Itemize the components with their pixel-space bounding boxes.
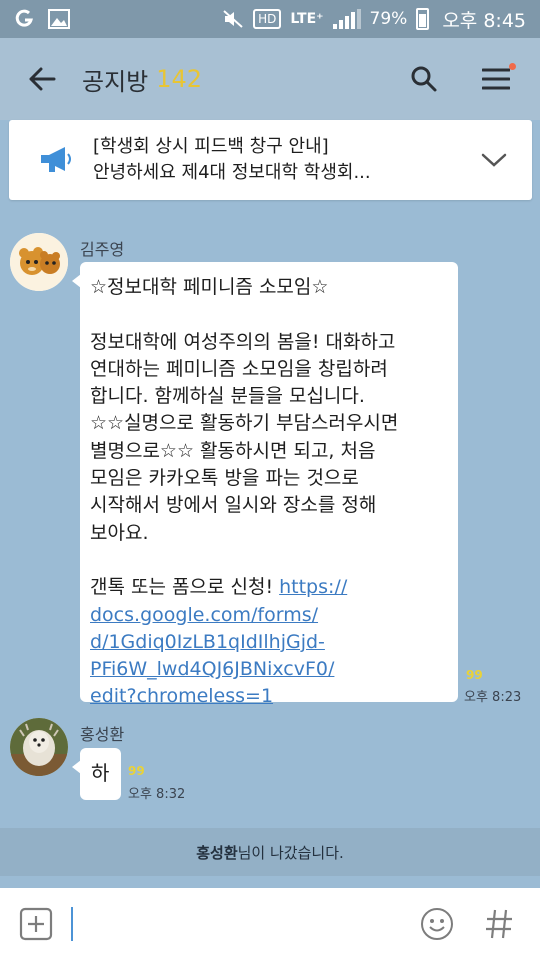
message-bubble[interactable]: ☆정보대학 페미니즘 소모임☆ 정보대학에 여성주의의 봄을! 대화하고 연대하… — [72, 262, 458, 707]
pinned-notice[interactable]: [학생회 상시 피드백 창구 안내] 안녕하세요 제4대 정보대학 학생회... — [9, 120, 532, 200]
message-line: 정보대학에 여성주의의 봄을! 대화하고 — [90, 330, 396, 353]
message-line: 합니다. 함께하실 분들을 모십니다. — [90, 385, 365, 408]
attach-button[interactable] — [17, 905, 55, 943]
google-form-link[interactable]: https:// — [279, 576, 347, 598]
message-text: 하 — [91, 761, 110, 785]
sender-name: 김주영 — [80, 240, 125, 259]
message-line: 갠톡 또는 폼으로 신청! https:// — [90, 574, 448, 601]
left-user-name: 홍성환 — [196, 843, 238, 862]
chat-header: 공지방 142 — [0, 38, 540, 120]
megaphone-icon — [31, 135, 81, 185]
message-time: 오후 8:32 — [128, 787, 186, 802]
smiley-icon — [421, 908, 453, 940]
message-line — [90, 301, 448, 328]
unread-count: 99 — [466, 668, 483, 682]
message-line: ☆☆실명으로 활동하기 부담스러우시면 — [90, 412, 399, 435]
expand-notice-button[interactable] — [474, 140, 514, 180]
message-line: 별명으로☆☆ 활동하시면 되고, 처음 — [90, 439, 376, 462]
message-line: ☆정보대학 페미니즘 소모임☆ — [90, 276, 329, 298]
chevron-down-icon — [481, 153, 507, 167]
notification-g-icon — [14, 9, 34, 29]
battery-percent: 79% — [369, 9, 408, 29]
plus-square-icon — [19, 907, 53, 941]
search-button[interactable] — [406, 61, 442, 97]
system-message-text: 님이 나갔습니다. — [237, 843, 344, 862]
message-input-bar — [0, 888, 540, 960]
member-count: 142 — [156, 65, 203, 93]
message-input[interactable] — [73, 904, 418, 944]
search-icon — [411, 66, 437, 92]
sender-name: 홍성환 — [80, 725, 125, 744]
mute-icon — [222, 9, 244, 29]
message-line: 시작해서 방에서 일시와 장소를 정해 — [90, 494, 377, 517]
google-form-link[interactable]: docs.google.com/forms/ — [90, 602, 448, 629]
google-form-link[interactable]: PFi6W_lwd4QJ6JBNixcvF0/ — [90, 656, 448, 683]
notice-preview: 안녕하세요 제4대 정보대학 학생회... — [93, 162, 371, 183]
message-line: 연대하는 페미니즘 소모임을 창립하려 — [90, 357, 388, 380]
message-line: 보아요. — [90, 521, 149, 544]
network-type: LTE⁺ — [290, 11, 324, 27]
google-form-link[interactable]: d/1Gdiq0IzLB1qIdIlhjGjd- — [90, 629, 448, 656]
signal-icon — [332, 9, 361, 29]
menu-button[interactable] — [478, 61, 516, 97]
back-button[interactable] — [22, 59, 62, 99]
avatar[interactable] — [10, 233, 68, 291]
chat-room-title: 공지방 — [82, 67, 149, 96]
hashtag-search-button[interactable] — [480, 905, 518, 943]
message-line-text: 갠톡 또는 폼으로 신청! — [90, 576, 280, 599]
message-line — [90, 547, 448, 574]
battery-icon — [416, 8, 430, 30]
hamburger-menu-icon — [482, 68, 510, 90]
clock: 오후 8:45 — [442, 9, 526, 32]
hash-icon — [486, 909, 512, 939]
message-line: 모임은 카카오톡 방을 파는 것으로 — [90, 467, 359, 490]
new-badge-dot — [509, 63, 516, 70]
google-form-link[interactable]: edit?chromeless=1 — [90, 683, 448, 710]
emoticon-button[interactable] — [418, 905, 456, 943]
system-message: 홍성환 님이 나갔습니다. — [0, 828, 540, 876]
message-time: 오후 8:23 — [464, 690, 522, 705]
message-bubble[interactable]: 하 — [72, 748, 121, 800]
arrow-left-icon — [29, 67, 56, 91]
image-icon — [48, 9, 70, 29]
hd-voice-badge: HD — [253, 9, 282, 29]
avatar[interactable] — [10, 718, 68, 776]
unread-count: 99 — [128, 764, 145, 778]
status-bar: HD LTE⁺ 79% 오후 8:45 — [0, 0, 540, 38]
notice-title: [학생회 상시 피드백 창구 안내] — [93, 136, 329, 157]
